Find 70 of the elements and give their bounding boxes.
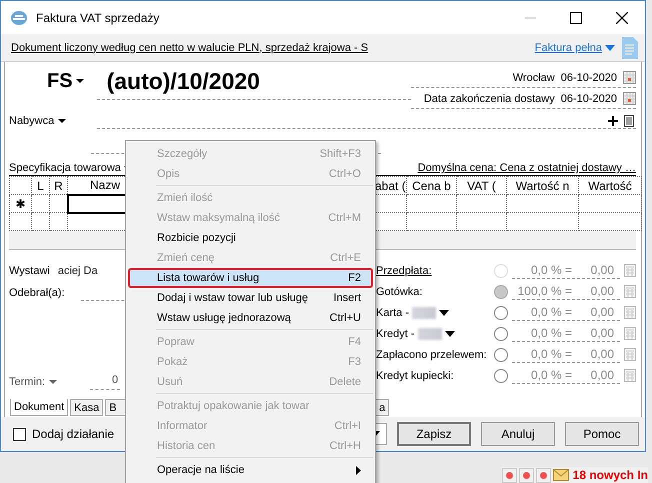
tab[interactable]: Kasa <box>70 399 104 416</box>
caret-icon[interactable] <box>444 330 455 336</box>
column-header[interactable]: VAT ( <box>456 176 506 194</box>
dialog-button[interactable]: Anuluj <box>481 422 555 446</box>
column-header[interactable]: Cena b <box>406 176 456 194</box>
submenu-arrow-icon <box>356 466 361 474</box>
menu-item[interactable]: Lista towarów i usług F2 <box>128 268 373 288</box>
caret-icon[interactable] <box>74 78 85 84</box>
radio-button[interactable] <box>494 368 508 382</box>
percent-text: 0,0 % = <box>530 368 572 382</box>
date-field[interactable]: 06-10-2020 <box>560 92 617 104</box>
radio-button[interactable] <box>494 284 508 298</box>
percent-text: 100,0 % = <box>516 284 572 298</box>
close-icon[interactable] <box>616 12 628 24</box>
series-label[interactable]: FS <box>47 70 73 92</box>
add-action-checkbox[interactable]: Dodaj działanie <box>13 427 114 441</box>
invoice-type-link[interactable]: Faktura pełna <box>534 42 602 54</box>
date-label: Data zakończenia dostawy <box>424 92 555 104</box>
calendar-icon[interactable] <box>623 92 636 105</box>
radio-button[interactable] <box>494 348 508 362</box>
envelope-icon[interactable] <box>552 469 569 481</box>
window-title: Faktura VAT sprzedaży <box>36 10 160 24</box>
new-row-marker: ✱ <box>10 194 32 212</box>
document-icon <box>621 36 639 60</box>
percent-text: 0,0 % = <box>530 347 572 361</box>
payment-label: Karta - <box>376 306 410 318</box>
items-label[interactable]: Specyfikacja towarowa <box>9 162 121 174</box>
buyer-field[interactable] <box>97 113 636 129</box>
menu-item[interactable]: Dodaj i wstaw towar lub usługę Insert <box>128 288 373 308</box>
term-field[interactable]: 0 <box>90 374 120 390</box>
maximize-icon[interactable] <box>570 12 582 24</box>
column-header[interactable]: Wartość <box>578 176 642 194</box>
menu-item[interactable]: Rozbicie pozycji <box>128 228 373 248</box>
column-header[interactable]: Wartość n <box>506 176 578 194</box>
radio-button[interactable] <box>494 306 508 320</box>
app-logo-icon <box>10 10 28 26</box>
radio-button[interactable] <box>494 326 508 340</box>
date-label: Wrocław <box>512 72 555 84</box>
menu-item[interactable]: Operacje na liście <box>128 460 373 480</box>
issuer-label: Wystawi <box>9 265 50 277</box>
status-dot-icon <box>506 472 513 478</box>
status-dot-icon <box>540 472 547 478</box>
buyer-label[interactable]: Nabywca <box>9 115 54 127</box>
issuer-field[interactable]: aciej Da <box>58 265 98 277</box>
status-dot-icon <box>522 472 530 478</box>
date-field[interactable]: 06-10-2020 <box>560 72 617 84</box>
caret-icon[interactable] <box>57 118 68 124</box>
receiver-label: Odebrał(a): <box>9 287 65 299</box>
minimize-icon[interactable] <box>524 16 536 18</box>
caret-icon[interactable] <box>439 310 450 316</box>
percent-text: 0,0 % = <box>530 263 572 277</box>
list-icon[interactable] <box>624 114 634 126</box>
plus-icon[interactable] <box>608 116 618 126</box>
dialog-button[interactable]: Zapisz <box>397 422 471 446</box>
calendar-icon[interactable] <box>623 71 636 84</box>
payment-label: Gotówka: <box>376 286 422 298</box>
column-header[interactable]: L <box>32 176 50 194</box>
term-label[interactable]: Termin: <box>9 376 46 388</box>
menu-item[interactable]: Wstaw usługę jednorazową Ctrl+U <box>128 308 373 328</box>
percent-text: 0,0 % = <box>530 326 572 340</box>
percent-text: 0,0 % = <box>530 305 572 319</box>
tab[interactable]: Dokument <box>10 399 68 416</box>
document-info-link[interactable]: Dokument liczony według cen netto w walucie PLN, sprzedaż krajowa - S <box>11 42 535 54</box>
document-number: (auto)/10/2020 <box>96 68 410 100</box>
payment-label: Kredyt kupiecki: <box>376 370 454 382</box>
payment-label: Zapłacono przelewem: <box>376 348 487 360</box>
default-price-link[interactable]: Domyślna cena: Cena z ostatniej dostawy … <box>418 162 636 174</box>
payment-label: Kredyt - <box>376 328 415 340</box>
column-header[interactable]: R <box>50 176 68 194</box>
dialog-button[interactable]: Pomoc <box>565 422 639 446</box>
